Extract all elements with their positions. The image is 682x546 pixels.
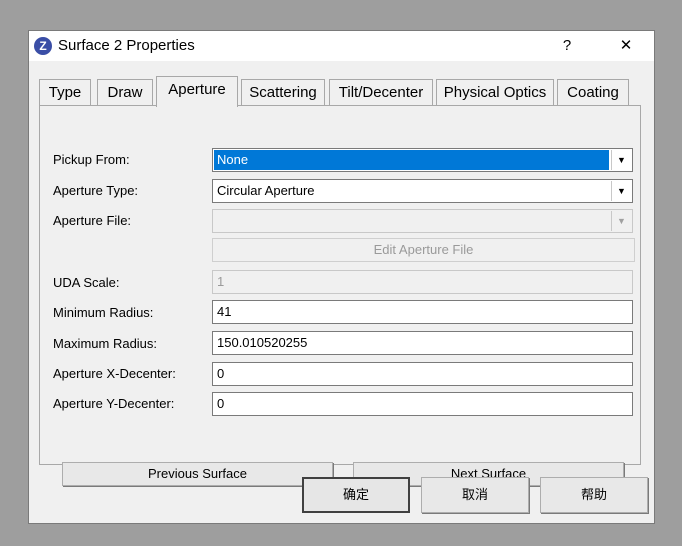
tab-aperture[interactable]: Aperture <box>156 76 238 107</box>
surface-properties-dialog: Z Surface 2 Properties ? ✕ Type Draw Ape… <box>28 30 655 524</box>
maximum-radius-label: Maximum Radius: <box>53 336 158 351</box>
tab-physical-optics[interactable]: Physical Optics <box>436 79 554 105</box>
tab-coating[interactable]: Coating <box>557 79 629 105</box>
aperture-panel: Pickup From: None ▼ Aperture Type: Circu… <box>39 105 641 486</box>
tab-type[interactable]: Type <box>39 79 91 105</box>
pickup-from-select[interactable]: None ▼ <box>212 148 633 172</box>
aperture-type-label: Aperture Type: <box>53 183 139 198</box>
previous-surface-button[interactable]: Previous Surface <box>62 462 333 486</box>
uda-scale-input: 1 <box>212 270 633 294</box>
y-decenter-label: Aperture Y-Decenter: <box>53 396 175 411</box>
x-decenter-label: Aperture X-Decenter: <box>53 366 176 381</box>
help-footer-button[interactable]: 帮助 <box>540 477 648 513</box>
zemax-logo-icon: Z <box>34 37 52 55</box>
aperture-file-value <box>214 211 609 231</box>
uda-scale-label: UDA Scale: <box>53 275 120 290</box>
close-icon[interactable]: ✕ <box>606 31 646 61</box>
maximum-radius-input[interactable]: 150.010520255 <box>212 331 633 355</box>
pickup-from-label: Pickup From: <box>53 152 130 167</box>
aperture-file-select: ▼ <box>212 209 633 233</box>
aperture-type-select[interactable]: Circular Aperture ▼ <box>212 179 633 203</box>
cancel-button[interactable]: 取消 <box>421 477 529 513</box>
aperture-type-value: Circular Aperture <box>217 183 315 198</box>
aperture-file-label: Aperture File: <box>53 213 132 228</box>
help-button[interactable]: ? <box>547 31 587 61</box>
edit-aperture-file-button: Edit Aperture File <box>212 238 635 262</box>
tab-tilt-decenter[interactable]: Tilt/Decenter <box>329 79 433 105</box>
chevron-down-icon: ▼ <box>611 211 631 231</box>
pickup-from-value: None <box>214 150 609 170</box>
window-title: Surface 2 Properties <box>58 37 195 54</box>
chevron-down-icon[interactable]: ▼ <box>611 181 631 201</box>
chevron-down-icon[interactable]: ▼ <box>611 150 631 170</box>
minimum-radius-label: Minimum Radius: <box>53 305 154 320</box>
y-decenter-input[interactable]: 0 <box>212 392 633 416</box>
tab-scattering[interactable]: Scattering <box>241 79 325 105</box>
minimum-radius-input[interactable]: 41 <box>212 300 633 324</box>
tab-draw[interactable]: Draw <box>97 79 153 105</box>
x-decenter-input[interactable]: 0 <box>212 362 633 386</box>
title-bar: Z Surface 2 Properties ? ✕ <box>29 31 654 61</box>
ok-button[interactable]: 确定 <box>302 477 410 513</box>
